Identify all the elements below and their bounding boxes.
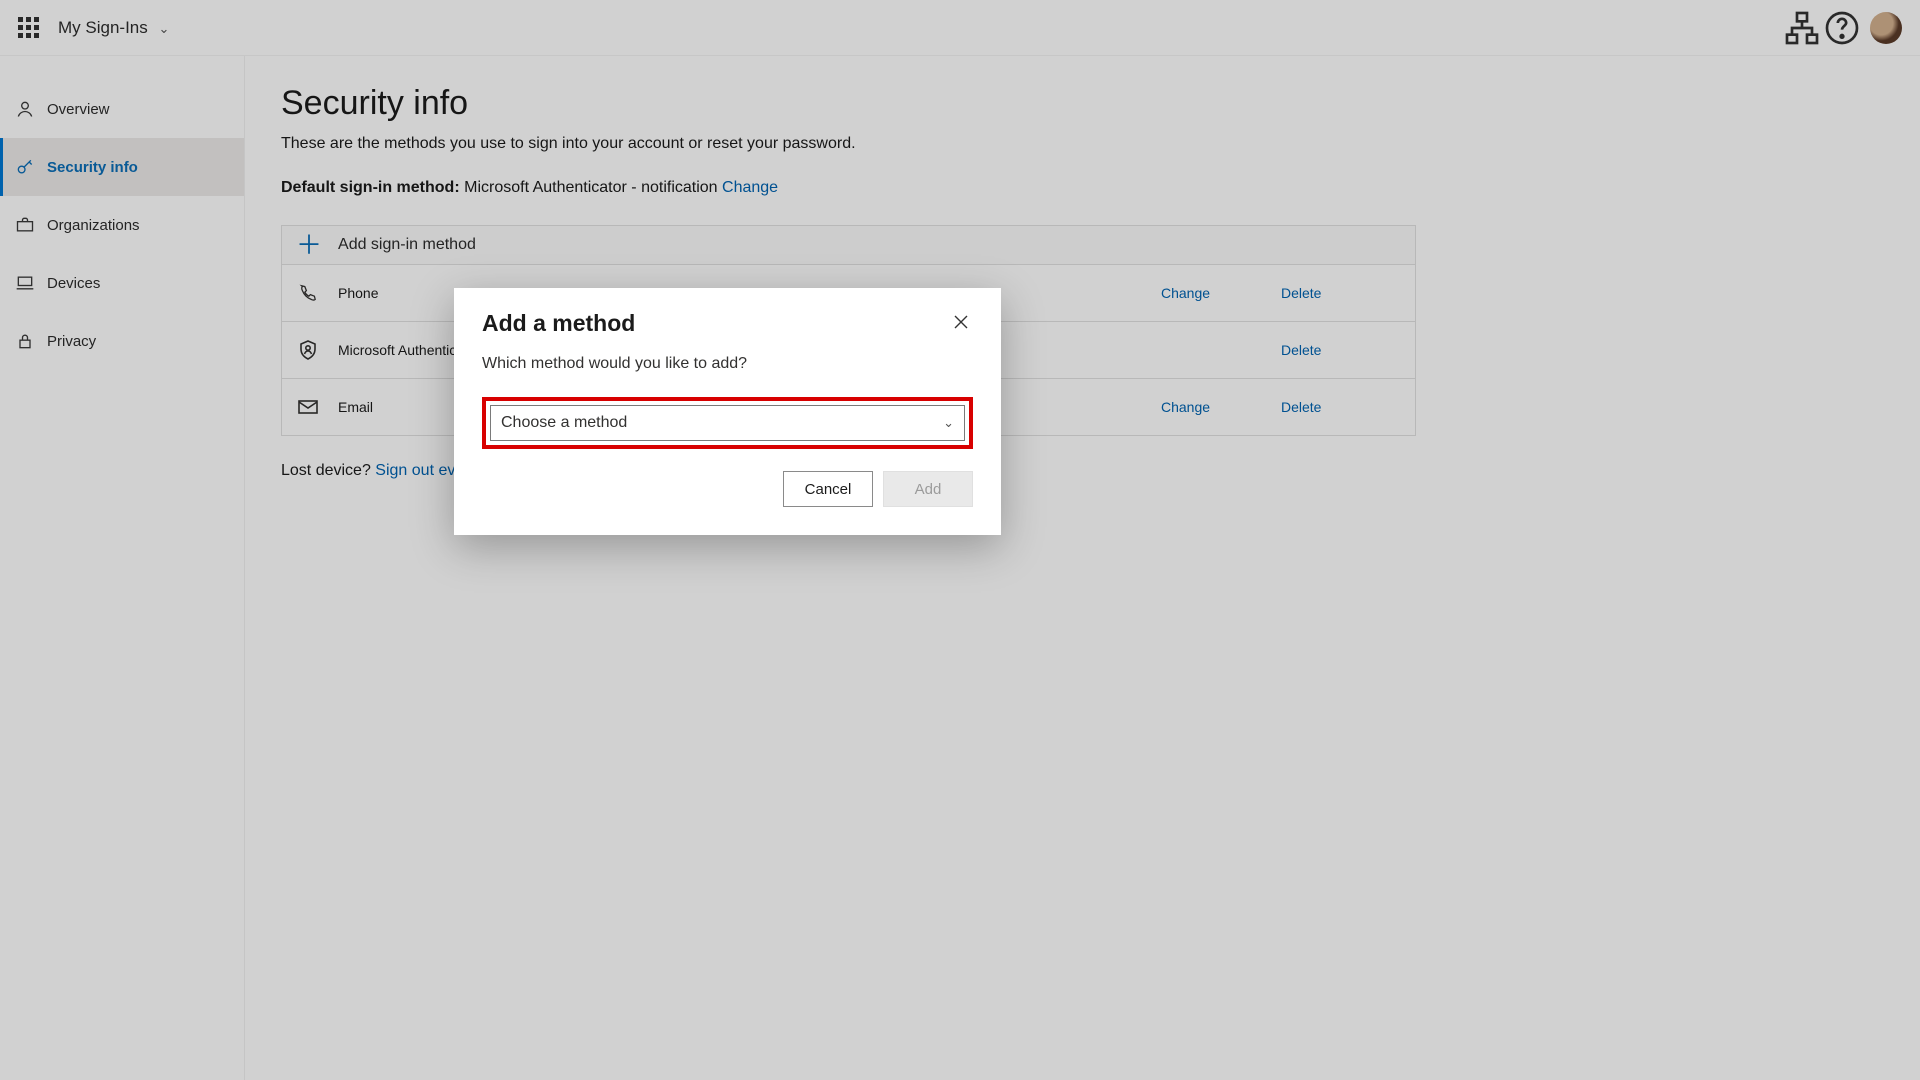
add-method-dialog: Add a method Which method would you like… [454,288,1001,535]
dropdown-placeholder: Choose a method [501,414,627,432]
add-button: Add [883,471,973,507]
dialog-subtitle: Which method would you like to add? [482,355,973,373]
choose-method-dropdown[interactable]: Choose a method ⌄ [490,405,965,441]
close-icon[interactable] [949,310,973,334]
dialog-title: Add a method [482,310,949,337]
chevron-down-icon: ⌄ [943,415,954,431]
modal-backdrop [0,0,1920,1080]
highlight-box: Choose a method ⌄ [482,397,973,449]
cancel-button[interactable]: Cancel [783,471,873,507]
